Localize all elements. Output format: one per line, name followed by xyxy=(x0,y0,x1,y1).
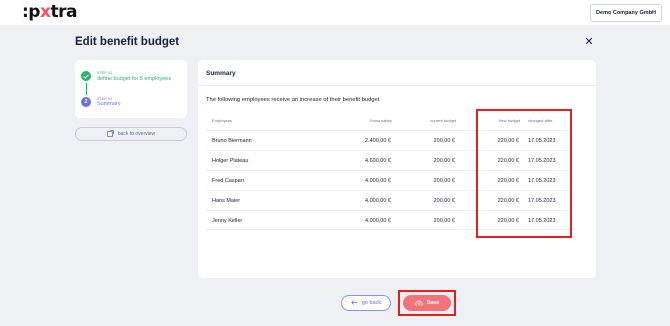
current-budget: 200,00 € xyxy=(433,218,455,224)
current-budget: 200,00 € xyxy=(433,138,455,144)
top-bar: :pxtra Demo Company GmbH xyxy=(0,0,670,25)
pxtra-logo[interactable]: :pxtra xyxy=(22,2,77,22)
employee-name: Jenny Keller xyxy=(212,218,243,224)
employee-name: Bruno Biermann xyxy=(212,138,252,144)
new-budget-highlight-annotation xyxy=(476,109,572,238)
summary-title: Summary xyxy=(206,70,236,77)
current-budget: 200,00 € xyxy=(433,198,455,204)
gross-salary: 4.000,00 € xyxy=(365,218,391,224)
arrow-left-icon xyxy=(351,299,358,307)
current-budget: 200,00 € xyxy=(433,158,455,164)
employee-name: Fred Caspari xyxy=(212,178,244,184)
column-header-current-budget: current budget xyxy=(430,118,456,123)
employee-name: Hans Maier xyxy=(212,198,241,204)
step-2-badge: 2 xyxy=(81,97,91,107)
close-icon[interactable]: ✕ xyxy=(584,37,594,48)
employee-name: Holger Plateau xyxy=(212,158,249,164)
divider xyxy=(198,85,596,86)
gross-salary: 4.600,00 € xyxy=(365,158,391,164)
external-link-icon xyxy=(106,130,114,137)
check-icon xyxy=(81,71,91,81)
page-title: Edit benefit budget xyxy=(75,36,180,48)
gross-salary: 2.400,00 € xyxy=(365,138,391,144)
current-budget: 200,00 € xyxy=(433,178,455,184)
step-1-label[interactable]: define budget for 5 employees xyxy=(97,76,171,82)
save-label: Save xyxy=(426,300,440,306)
back-to-overview-button[interactable]: back to overview xyxy=(75,127,187,141)
gross-salary: 4.000,00 € xyxy=(365,178,391,184)
go-back-button[interactable]: go back xyxy=(341,295,391,311)
back-to-overview-label: back to overview xyxy=(117,131,156,137)
go-back-label: go back xyxy=(361,300,382,306)
company-switcher-button[interactable]: Demo Company GmbH xyxy=(590,4,662,22)
save-button[interactable]: Save xyxy=(403,295,451,311)
gross-salary: 4.000,00 € xyxy=(365,198,391,204)
step-connector xyxy=(85,83,87,95)
column-header-gross-salary: Gross salary xyxy=(369,118,392,123)
cloud-upload-icon xyxy=(414,300,423,306)
steps-card: STEP 01 define budget for 5 employees 2 … xyxy=(75,60,187,118)
column-header-employees: Employees xyxy=(212,118,232,123)
step-2-label[interactable]: Summary xyxy=(97,101,121,107)
step-1-number: STEP 01 xyxy=(97,71,113,75)
summary-intro: The following employees receive an incre… xyxy=(206,97,380,103)
